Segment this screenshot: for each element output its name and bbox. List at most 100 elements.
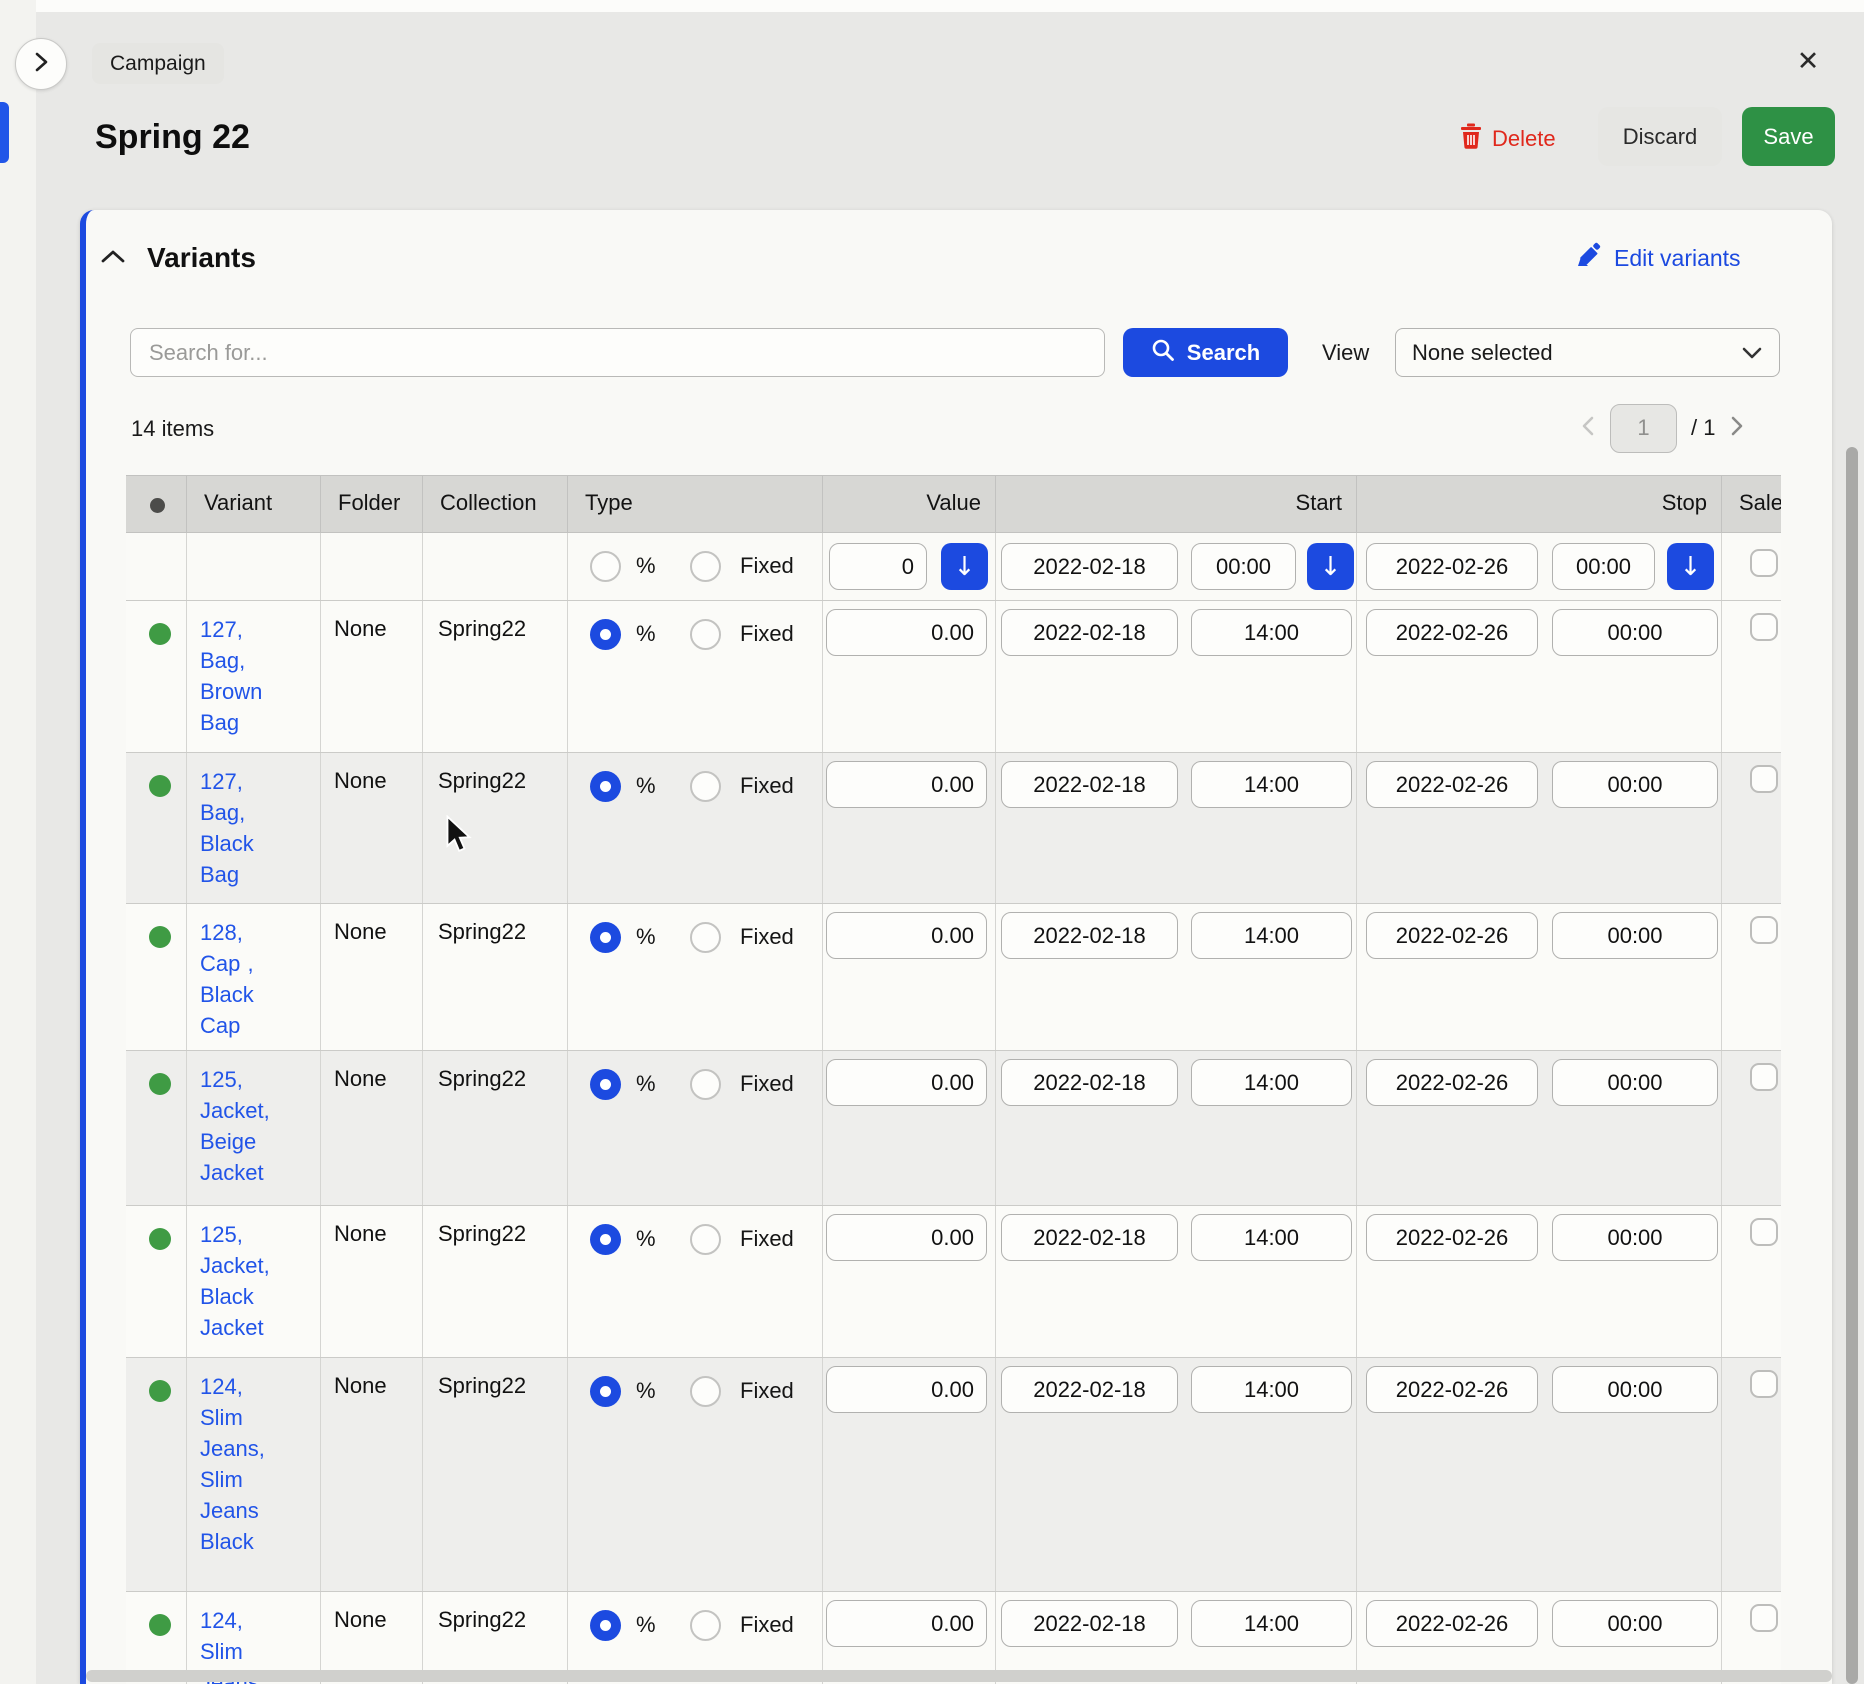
filter-value-apply-down-icon[interactable]: ↓	[941, 543, 988, 590]
search-button[interactable]: Search	[1123, 328, 1288, 377]
variant-link[interactable]: 127, Bag, Black Bag	[200, 766, 288, 890]
type-percent-radio[interactable]	[590, 1610, 621, 1641]
filter-type-fixed-radio[interactable]	[690, 551, 721, 582]
type-percent-radio[interactable]	[590, 1069, 621, 1100]
search-input[interactable]	[130, 328, 1105, 377]
collection-value: Spring22	[438, 616, 526, 642]
stop-time-input[interactable]	[1552, 1059, 1718, 1106]
stop-date-input[interactable]	[1366, 609, 1538, 656]
top-strip	[0, 0, 1864, 12]
type-fixed-radio[interactable]	[690, 922, 721, 953]
filter-stop-date-input[interactable]	[1366, 543, 1538, 590]
save-button[interactable]: Save	[1742, 107, 1835, 166]
start-time-input[interactable]	[1191, 1600, 1352, 1647]
sale-checkbox[interactable]	[1750, 613, 1778, 641]
page-prev-icon[interactable]	[1580, 414, 1596, 443]
stop-time-input[interactable]	[1552, 1366, 1718, 1413]
start-date-input[interactable]	[1001, 1600, 1178, 1647]
sale-checkbox[interactable]	[1750, 916, 1778, 944]
type-percent-radio[interactable]	[590, 922, 621, 953]
filter-stop-time-input[interactable]	[1552, 543, 1655, 590]
start-date-input[interactable]	[1001, 609, 1178, 656]
pagination: 1 / 1	[1580, 403, 1745, 453]
sale-checkbox[interactable]	[1750, 1063, 1778, 1091]
start-date-input[interactable]	[1001, 1214, 1178, 1261]
variant-link[interactable]: 128, Cap , Black Cap	[200, 917, 288, 1041]
collection-value: Spring22	[438, 1221, 526, 1247]
value-input[interactable]	[826, 1214, 987, 1261]
filter-start-date-input[interactable]	[1001, 543, 1178, 590]
start-date-input[interactable]	[1001, 761, 1178, 808]
type-fixed-radio[interactable]	[690, 1610, 721, 1641]
header-folder: Folder	[321, 476, 423, 532]
type-percent-radio[interactable]	[590, 771, 621, 802]
sale-checkbox[interactable]	[1750, 1218, 1778, 1246]
sale-checkbox[interactable]	[1750, 1604, 1778, 1632]
stop-date-input[interactable]	[1366, 1366, 1538, 1413]
filter-value-input[interactable]	[829, 543, 927, 590]
type-percent-radio[interactable]	[590, 1376, 621, 1407]
stop-date-input[interactable]	[1366, 1600, 1538, 1647]
start-date-input[interactable]	[1001, 912, 1178, 959]
filter-type-fixed-label: Fixed	[740, 553, 794, 579]
status-dot	[149, 1228, 171, 1250]
close-icon[interactable]: ✕	[1787, 40, 1829, 82]
type-percent-radio[interactable]	[590, 1224, 621, 1255]
stop-time-input[interactable]	[1552, 912, 1718, 959]
filter-type-percent-radio[interactable]	[590, 551, 621, 582]
filter-stop-apply-down-icon[interactable]: ↓	[1667, 543, 1714, 590]
delete-button[interactable]: Delete	[1460, 122, 1556, 156]
type-percent-label: %	[636, 621, 656, 647]
start-time-input[interactable]	[1191, 609, 1352, 656]
start-time-input[interactable]	[1191, 1059, 1352, 1106]
type-fixed-radio[interactable]	[690, 1224, 721, 1255]
sale-checkbox[interactable]	[1750, 1370, 1778, 1398]
filter-start-time-input[interactable]	[1191, 543, 1296, 590]
sale-checkbox[interactable]	[1750, 765, 1778, 793]
variant-link[interactable]: 125, Jacket, Black Jacket	[200, 1219, 288, 1343]
collection-value: Spring22	[438, 1607, 526, 1633]
start-time-input[interactable]	[1191, 1366, 1352, 1413]
edit-variants-button[interactable]: Edit variants	[1576, 242, 1741, 274]
collapse-chevron-icon[interactable]	[100, 248, 126, 271]
breadcrumb: Campaign	[92, 43, 224, 84]
start-date-input[interactable]	[1001, 1366, 1178, 1413]
variant-link[interactable]: 124, Slim Jeans, Slim Jeans Black	[200, 1371, 288, 1557]
stop-date-input[interactable]	[1366, 1214, 1538, 1261]
stop-time-input[interactable]	[1552, 1214, 1718, 1261]
filter-start-apply-down-icon[interactable]: ↓	[1307, 543, 1354, 590]
type-fixed-radio[interactable]	[690, 1376, 721, 1407]
stop-date-input[interactable]	[1366, 912, 1538, 959]
value-input[interactable]	[826, 1600, 987, 1647]
type-fixed-radio[interactable]	[690, 619, 721, 650]
header-collection: Collection	[423, 476, 568, 532]
horizontal-scrollbar[interactable]	[86, 1670, 1832, 1682]
page-number-box[interactable]: 1	[1610, 404, 1677, 453]
vertical-scrollbar-thumb[interactable]	[1846, 447, 1858, 1684]
start-date-input[interactable]	[1001, 1059, 1178, 1106]
type-fixed-radio[interactable]	[690, 771, 721, 802]
stop-time-input[interactable]	[1552, 609, 1718, 656]
stop-date-input[interactable]	[1366, 761, 1538, 808]
discard-button[interactable]: Discard	[1598, 107, 1722, 166]
start-time-input[interactable]	[1191, 1214, 1352, 1261]
variant-link[interactable]: 127, Bag, Brown Bag	[200, 614, 288, 738]
view-dropdown[interactable]: None selected	[1395, 328, 1780, 377]
stop-time-input[interactable]	[1552, 1600, 1718, 1647]
page-next-icon[interactable]	[1729, 414, 1745, 443]
start-time-input[interactable]	[1191, 912, 1352, 959]
stop-date-input[interactable]	[1366, 1059, 1538, 1106]
value-input[interactable]	[826, 761, 987, 808]
type-percent-radio[interactable]	[590, 619, 621, 650]
variant-link[interactable]: 125, Jacket, Beige Jacket	[200, 1064, 288, 1188]
stop-time-input[interactable]	[1552, 761, 1718, 808]
value-input[interactable]	[826, 1366, 987, 1413]
type-fixed-radio[interactable]	[690, 1069, 721, 1100]
page-title: Spring 22	[95, 118, 250, 157]
value-input[interactable]	[826, 1059, 987, 1106]
value-input[interactable]	[826, 912, 987, 959]
value-input[interactable]	[826, 609, 987, 656]
expand-sidebar-button[interactable]	[15, 38, 67, 90]
filter-sale-checkbox[interactable]	[1750, 549, 1778, 577]
start-time-input[interactable]	[1191, 761, 1352, 808]
